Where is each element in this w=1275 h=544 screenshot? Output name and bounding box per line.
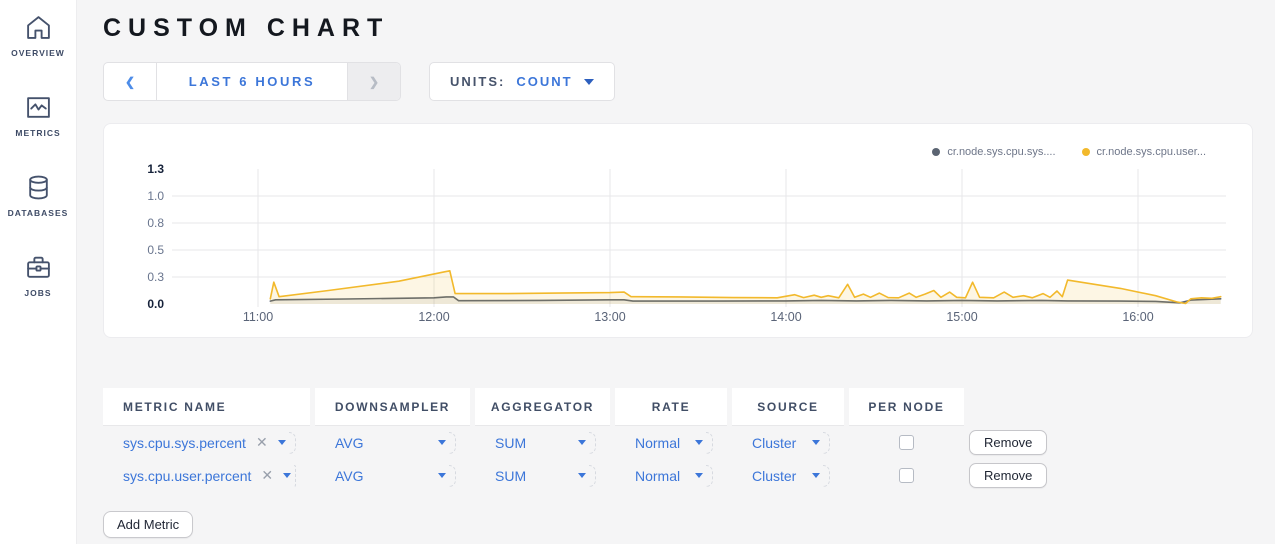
select-outline-decoration [294, 465, 296, 487]
chart-panel: cr.node.sys.cpu.sys....cr.node.sys.cpu.u… [103, 123, 1253, 338]
sidebar-item-label: DATABASES [8, 208, 69, 218]
column-header-metric-name: METRIC NAME [103, 388, 310, 426]
remove-button[interactable]: Remove [969, 430, 1047, 455]
caret-down-icon [578, 473, 586, 478]
aggregator-select[interactable]: SUM [495, 432, 596, 454]
select-outline-decoration [449, 465, 456, 487]
chevron-left-icon: ❮ [125, 75, 135, 89]
svg-text:15:00: 15:00 [946, 310, 977, 324]
jobs-icon [25, 254, 52, 281]
svg-text:0.3: 0.3 [147, 270, 164, 284]
close-icon[interactable]: ✕ [261, 467, 273, 484]
column-header-aggregator: AGGREGATOR [475, 388, 610, 426]
svg-text:16:00: 16:00 [1122, 310, 1153, 324]
caret-down-icon [695, 473, 703, 478]
svg-text:1.0: 1.0 [147, 189, 164, 203]
source-select[interactable]: Cluster [752, 465, 830, 487]
time-range-next-button[interactable]: ❯ [348, 63, 400, 100]
caret-down-icon [584, 79, 594, 85]
metric-rows: sys.cpu.sys.percent ✕ AVG SUM Normal Clu… [103, 426, 1253, 492]
sidebar-item-overview[interactable]: OVERVIEW [0, 14, 77, 94]
aggregator-value: SUM [495, 468, 526, 484]
sidebar-item-label: JOBS [24, 288, 51, 298]
column-header-per-node: PER NODE [849, 388, 964, 426]
units-value: COUNT [516, 74, 572, 89]
close-icon[interactable]: ✕ [256, 434, 268, 451]
rate-select[interactable]: Normal [635, 432, 713, 454]
metric-table-header: METRIC NAME DOWNSAMPLER AGGREGATOR RATE … [103, 388, 1253, 426]
add-metric-button[interactable]: Add Metric [103, 511, 193, 538]
select-outline-decoration [823, 432, 830, 454]
sidebar-item-jobs[interactable]: JOBS [0, 254, 77, 334]
aggregator-value: SUM [495, 435, 526, 451]
source-value: Cluster [752, 435, 796, 451]
metric-name-value: sys.cpu.sys.percent [123, 435, 246, 451]
select-outline-decoration [706, 465, 713, 487]
caret-down-icon [812, 473, 820, 478]
source-select[interactable]: Cluster [752, 432, 830, 454]
time-range-control: ❮ LAST 6 HOURS ❯ [103, 62, 401, 101]
select-outline-decoration [823, 465, 830, 487]
time-range-dropdown[interactable]: LAST 6 HOURS [156, 63, 348, 100]
caret-down-icon [812, 440, 820, 445]
rate-value: Normal [635, 435, 680, 451]
source-value: Cluster [752, 468, 796, 484]
caret-down-icon [578, 440, 586, 445]
chart-canvas: 11:00 12:00 13:00 14:00 15:00 16:00 1.3 1.0 0.8 0… [104, 124, 1254, 339]
caret-down-icon [283, 473, 291, 478]
select-outline-decoration [449, 432, 456, 454]
metric-name-select[interactable]: sys.cpu.sys.percent ✕ [123, 432, 296, 454]
units-label: UNITS: [450, 74, 505, 89]
time-range-prev-button[interactable]: ❮ [104, 63, 156, 100]
svg-text:12:00: 12:00 [418, 310, 449, 324]
main-content: CUSTOM CHART ❮ LAST 6 HOURS ❯ UNITS: COU… [77, 0, 1275, 538]
chevron-right-icon: ❯ [369, 75, 379, 89]
metric-name-value: sys.cpu.user.percent [123, 468, 251, 484]
sidebar-item-metrics[interactable]: METRICS [0, 94, 77, 174]
column-header-downsampler: DOWNSAMPLER [315, 388, 470, 426]
svg-text:0.0: 0.0 [147, 297, 164, 311]
table-row: sys.cpu.user.percent ✕ AVG SUM Normal Cl… [103, 459, 1253, 492]
units-dropdown[interactable]: UNITS: COUNT [429, 62, 615, 101]
select-outline-decoration [289, 432, 296, 454]
per-node-checkbox[interactable] [899, 435, 914, 450]
per-node-checkbox[interactable] [899, 468, 914, 483]
table-row: sys.cpu.sys.percent ✕ AVG SUM Normal Clu… [103, 426, 1253, 459]
metric-name-select[interactable]: sys.cpu.user.percent ✕ [123, 465, 296, 487]
svg-text:14:00: 14:00 [770, 310, 801, 324]
select-outline-decoration [589, 432, 596, 454]
svg-text:0.8: 0.8 [147, 216, 164, 230]
metric-table: METRIC NAME DOWNSAMPLER AGGREGATOR RATE … [103, 388, 1253, 538]
caret-down-icon [438, 473, 446, 478]
rate-value: Normal [635, 468, 680, 484]
svg-text:11:00: 11:00 [243, 310, 273, 324]
rate-select[interactable]: Normal [635, 465, 713, 487]
svg-text:1.3: 1.3 [147, 162, 164, 176]
sidebar: OVERVIEW METRICS DATABASES JOBS [0, 0, 77, 544]
remove-button[interactable]: Remove [969, 463, 1047, 488]
svg-text:13:00: 13:00 [594, 310, 625, 324]
caret-down-icon [278, 440, 286, 445]
sidebar-item-databases[interactable]: DATABASES [0, 174, 77, 254]
svg-text:0.5: 0.5 [147, 243, 164, 257]
column-header-rate: RATE [615, 388, 727, 426]
page-title: CUSTOM CHART [103, 14, 1253, 43]
sidebar-item-label: OVERVIEW [11, 48, 65, 58]
column-header-source: SOURCE [732, 388, 844, 426]
downsampler-select[interactable]: AVG [335, 465, 456, 487]
databases-icon [25, 174, 52, 201]
caret-down-icon [438, 440, 446, 445]
sidebar-item-label: METRICS [15, 128, 60, 138]
caret-down-icon [695, 440, 703, 445]
aggregator-select[interactable]: SUM [495, 465, 596, 487]
toolbar: ❮ LAST 6 HOURS ❯ UNITS: COUNT [103, 62, 1253, 101]
select-outline-decoration [589, 465, 596, 487]
downsampler-value: AVG [335, 435, 364, 451]
select-outline-decoration [706, 432, 713, 454]
home-icon [25, 14, 52, 41]
downsampler-select[interactable]: AVG [335, 432, 456, 454]
metrics-icon [25, 94, 52, 121]
downsampler-value: AVG [335, 468, 364, 484]
